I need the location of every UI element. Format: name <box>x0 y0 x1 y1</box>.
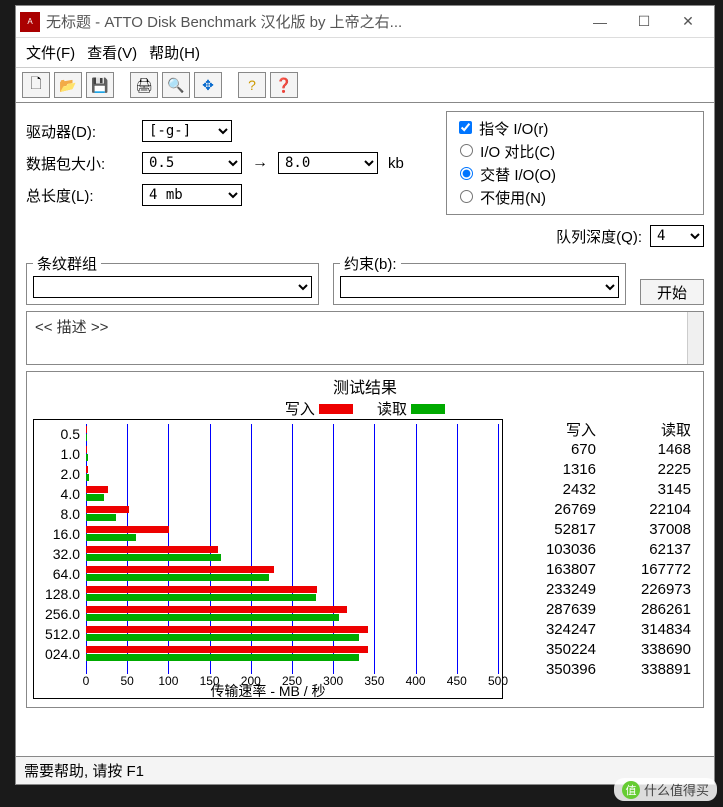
constraint-legend: 约束(b): <box>340 253 401 274</box>
constraint-fieldset: 约束(b): <box>333 253 626 305</box>
stripe-group-fieldset: 条纹群组 <box>26 253 319 305</box>
table-row: 5281737008 <box>507 520 697 540</box>
table-row: 13162225 <box>507 460 697 480</box>
table-row: 163807167772 <box>507 560 697 580</box>
legend-read-swatch <box>411 404 445 414</box>
chart-y-labels: 0.51.02.04.08.016.032.064.0128.0256.0512… <box>34 424 84 674</box>
io-neither-radio[interactable]: 不使用(N) <box>455 187 695 208</box>
constraint-select[interactable] <box>340 276 619 298</box>
table-row: 350224338690 <box>507 640 697 660</box>
table-row: 287639286261 <box>507 600 697 620</box>
results-data-table: 写入 读取 6701468131622252432314526769221045… <box>507 419 697 699</box>
queue-depth-label: 队列深度(Q): <box>556 226 642 247</box>
chart-legend: 写入 读取 <box>33 398 697 419</box>
drive-label: 驱动器(D): <box>26 121 136 142</box>
close-button[interactable]: ✕ <box>666 8 710 36</box>
whatsthis-icon[interactable]: ❓ <box>270 72 298 98</box>
io-overlap-radio[interactable]: 交替 I/O(O) <box>455 164 695 185</box>
table-row: 2676922104 <box>507 500 697 520</box>
maximize-button[interactable]: ☐ <box>622 8 666 36</box>
io-compare-radio[interactable]: I/O 对比(C) <box>455 141 695 162</box>
menu-view[interactable]: 查看(V) <box>87 42 137 63</box>
minimize-button[interactable]: — <box>578 8 622 36</box>
legend-write-label: 写入 <box>285 401 315 418</box>
legend-write-swatch <box>319 404 353 414</box>
packet-label: 数据包大小: <box>26 153 136 174</box>
stripe-group-select[interactable] <box>33 276 312 298</box>
open-icon[interactable]: 📂 <box>54 72 82 98</box>
length-select[interactable]: 4 mb <box>142 184 242 206</box>
packet-unit: kb <box>388 155 404 172</box>
description-placeholder: << 描述 >> <box>35 319 108 336</box>
table-row: 6701468 <box>507 440 697 460</box>
app-window: A 无标题 - ATTO Disk Benchmark 汉化版 by 上帝之右.… <box>15 5 715 785</box>
help-icon[interactable]: ? <box>238 72 266 98</box>
save-icon[interactable]: 💾 <box>86 72 114 98</box>
table-row: 24323145 <box>507 480 697 500</box>
start-button[interactable]: 开始 <box>640 279 704 305</box>
move-icon[interactable]: ✥ <box>194 72 222 98</box>
packet-from-select[interactable]: 0.5 <box>142 152 242 174</box>
direct-io-checkbox[interactable]: 指令 I/O(r) <box>455 118 695 139</box>
statusbar: 需要帮助, 请按 F1 <box>16 756 714 784</box>
table-row: 324247314834 <box>507 620 697 640</box>
menu-help[interactable]: 帮助(H) <box>149 42 200 63</box>
stripe-group-legend: 条纹群组 <box>33 253 101 274</box>
col-read-header: 读取 <box>602 419 697 440</box>
chart-grid <box>86 424 498 674</box>
menubar: 文件(F) 查看(V) 帮助(H) <box>16 38 714 68</box>
print-icon[interactable]: 🖨 <box>130 72 158 98</box>
watermark-icon: 值 <box>622 781 640 799</box>
results-panel: 测试结果 写入 读取 0.51.02.04.08.016.032.064.012… <box>26 371 704 708</box>
watermark: 值 什么值得买 <box>614 778 717 801</box>
results-title: 测试结果 <box>33 374 697 398</box>
legend-read-label: 读取 <box>377 401 407 418</box>
length-label: 总长度(L): <box>26 185 136 206</box>
table-row: 350396338891 <box>507 660 697 680</box>
preview-icon[interactable]: 🔍 <box>162 72 190 98</box>
arrow-icon: → <box>248 154 272 172</box>
table-row: 233249226973 <box>507 580 697 600</box>
main-area: 驱动器(D): [-g-] 数据包大小: 0.5 → 8.0 kb 总长度(L)… <box>16 103 714 756</box>
new-icon[interactable]: 🗋 <box>22 72 50 98</box>
menu-file[interactable]: 文件(F) <box>26 42 75 63</box>
toolbar: 🗋 📂 💾 🖨 🔍 ✥ ? ❓ <box>16 68 714 103</box>
table-row: 10303662137 <box>507 540 697 560</box>
chart-x-title: 传输速率 - MB / 秒 <box>34 681 502 701</box>
queue-depth-select[interactable]: 4 <box>650 225 704 247</box>
titlebar: A 无标题 - ATTO Disk Benchmark 汉化版 by 上帝之右.… <box>16 6 714 38</box>
app-icon: A <box>20 12 40 32</box>
watermark-text: 什么值得买 <box>644 780 709 799</box>
col-write-header: 写入 <box>507 419 602 440</box>
window-title: 无标题 - ATTO Disk Benchmark 汉化版 by 上帝之右... <box>46 11 578 32</box>
packet-to-select[interactable]: 8.0 <box>278 152 378 174</box>
drive-select[interactable]: [-g-] <box>142 120 232 142</box>
description-box[interactable]: << 描述 >> <box>26 311 704 365</box>
scrollbar[interactable] <box>687 312 703 364</box>
io-options-group: 指令 I/O(r) I/O 对比(C) 交替 I/O(O) 不使用(N) <box>446 111 704 215</box>
bar-chart: 0.51.02.04.08.016.032.064.0128.0256.0512… <box>33 419 503 699</box>
